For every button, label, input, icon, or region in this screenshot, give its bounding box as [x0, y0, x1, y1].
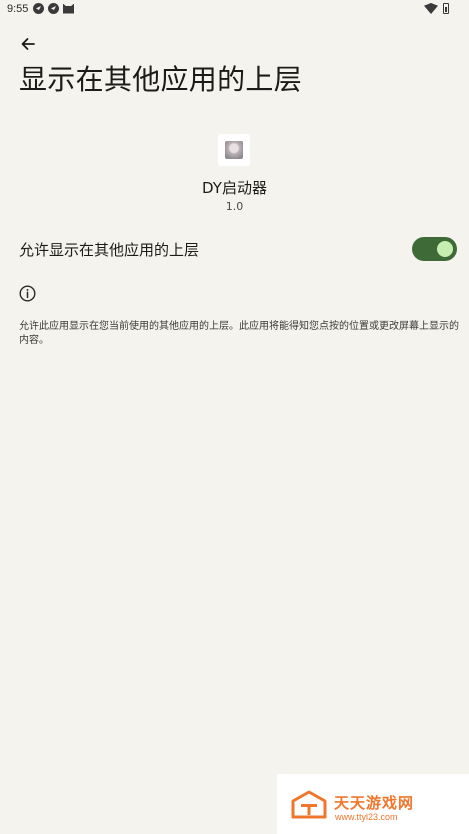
overlay-permission-setting[interactable]: 允许显示在其他应用的上层	[0, 228, 469, 270]
notification-icons	[33, 3, 74, 14]
app-icon	[218, 134, 250, 166]
page-title: 显示在其他应用的上层	[19, 63, 303, 96]
app-name: DY启动器	[202, 179, 267, 197]
status-time: 9:55	[7, 3, 29, 15]
arrow-back-icon	[21, 38, 35, 50]
info-description: 允许此应用显示在您当前使用的其他应用的上层。此应用将能得知您点按的位置或更改屏幕…	[19, 321, 459, 346]
setting-label: 允许显示在其他应用的上层	[19, 241, 200, 259]
status-bar: 9:55	[0, 0, 469, 22]
back-button[interactable]	[14, 32, 42, 56]
watermark-url: www.ttyl23.com	[335, 812, 398, 822]
cat-icon	[63, 3, 74, 14]
watermark-title: 天天游戏网	[334, 794, 415, 812]
toggle-thumb	[437, 241, 453, 257]
app-version: 1.0	[225, 200, 244, 213]
info-icon	[19, 285, 36, 302]
wifi-icon	[424, 3, 438, 14]
app-icon-image	[225, 141, 243, 159]
battery-icon	[443, 3, 449, 14]
watermark-logo-icon	[291, 790, 327, 819]
telegram-icon	[33, 3, 44, 14]
watermark: 天天游戏网 www.ttyl23.com	[277, 774, 469, 834]
overlay-permission-toggle[interactable]	[412, 237, 457, 261]
telegram-icon	[48, 3, 59, 14]
system-icons	[424, 3, 449, 14]
